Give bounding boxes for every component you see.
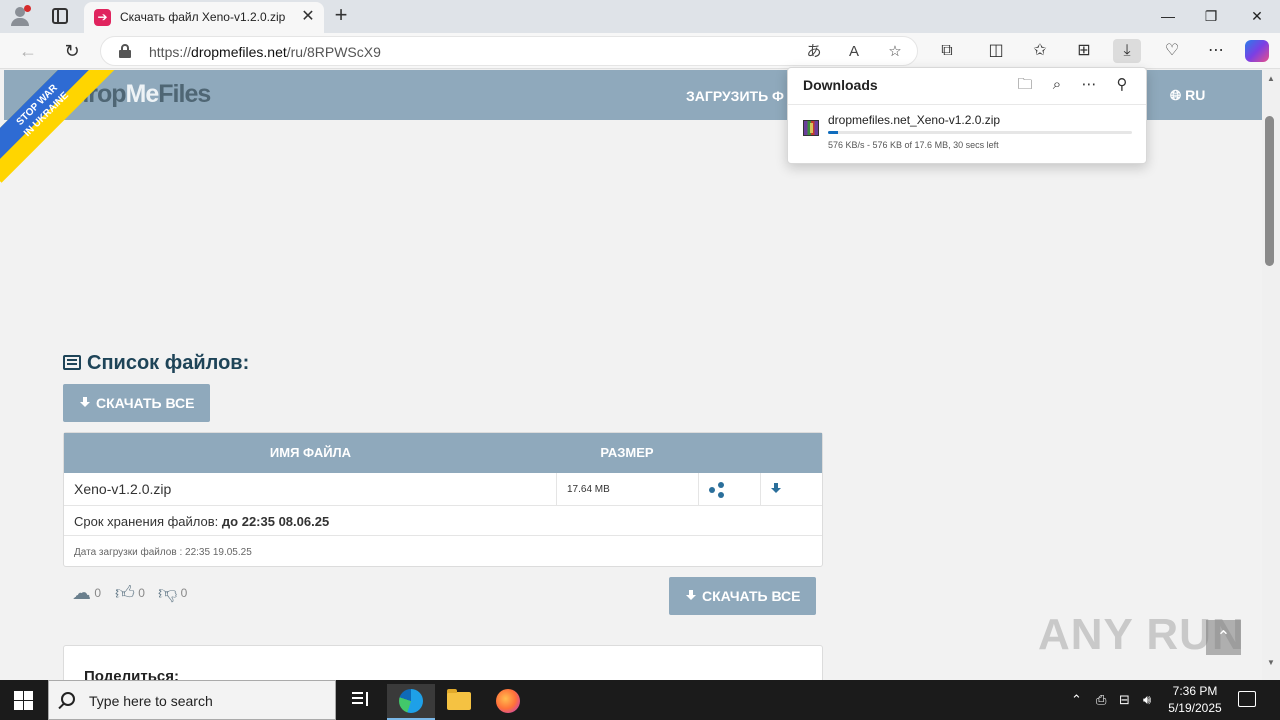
taskbar-firefox[interactable] xyxy=(484,684,532,720)
file-explorer-icon xyxy=(447,689,471,710)
search-icon[interactable]: ⌕ xyxy=(1046,74,1068,96)
open-folder-icon[interactable]: 🗀 xyxy=(1014,74,1036,96)
pin-icon[interactable]: ⚲ xyxy=(1111,74,1133,96)
close-window-button[interactable]: ✕ xyxy=(1235,4,1279,28)
column-header-actions xyxy=(697,433,822,473)
nav-upload-link[interactable]: ЗАГРУЗИТЬ Ф xyxy=(686,88,784,104)
column-header-size: РАЗМЕР xyxy=(557,433,697,473)
download-icon xyxy=(79,397,91,409)
minimize-button[interactable]: — xyxy=(1146,4,1190,28)
taskbar-search-input[interactable]: Type here to search xyxy=(48,680,336,720)
download-count: ☁ 0 xyxy=(72,583,102,604)
windows-taskbar: Type here to search ⌃ ⎙ ⊟ 🔊︎ 7:36 PM 5/1… xyxy=(0,680,1280,720)
network-icon[interactable]: ⊟ xyxy=(1119,692,1130,708)
taskbar-search-placeholder: Type here to search xyxy=(89,693,213,709)
scrollbar-thumb[interactable] xyxy=(1265,116,1274,266)
firefox-icon xyxy=(496,689,520,713)
downloads-panel-title: Downloads xyxy=(803,77,878,93)
tray-device-icon[interactable]: ⎙ xyxy=(1096,692,1106,708)
search-icon xyxy=(61,692,75,706)
edge-icon xyxy=(399,689,423,713)
download-icon xyxy=(685,590,697,602)
restore-button[interactable]: ❐ xyxy=(1189,4,1233,28)
refresh-icon[interactable]: ↻ xyxy=(60,39,84,63)
storage-period: Срок хранения файлов: до 22:35 08.06.25 xyxy=(74,514,330,529)
browser-essentials-icon[interactable]: ♡ xyxy=(1158,39,1186,63)
page-scrollbar[interactable]: ▲ ▼ xyxy=(1262,70,1280,680)
scroll-to-top-button[interactable]: ⌃ xyxy=(1206,620,1241,655)
share-card-title: Поделиться: xyxy=(84,668,180,680)
task-view-icon[interactable] xyxy=(352,692,370,708)
favorites-icon[interactable]: ✩ xyxy=(1026,39,1054,63)
taskbar-file-explorer[interactable] xyxy=(435,684,483,720)
thumbs-up-icon[interactable]: 👍︎ xyxy=(115,582,135,605)
url-text[interactable]: https://dropmefiles.net/ru/8RPWScX9 xyxy=(149,44,381,60)
file-table: ИМЯ ФАЙЛА РАЗМЕР Xeno-v1.2.0.zip 17.64 M… xyxy=(63,432,823,567)
zip-archive-icon xyxy=(803,120,819,136)
browser-titlebar: ➔ Скачать файл Xeno-v1.2.0.zip ✕ + — ❐ ✕ xyxy=(0,0,1280,33)
download-file-icon[interactable] xyxy=(770,481,787,499)
download-all-button-top[interactable]: СКАЧАТЬ ВСЕ xyxy=(63,384,211,422)
more-options-icon[interactable]: ⋯ xyxy=(1078,74,1100,96)
taskbar-edge[interactable] xyxy=(387,684,435,720)
volume-icon[interactable]: 🔊︎ xyxy=(1143,692,1151,708)
globe-icon: 🌐︎ xyxy=(1170,87,1186,103)
language-selector[interactable]: 🌐︎ RU xyxy=(1170,87,1205,104)
copilot-icon[interactable] xyxy=(1245,40,1269,62)
lock-icon[interactable] xyxy=(119,44,131,58)
divider xyxy=(788,104,1146,105)
download-status: 576 KB/s - 576 KB of 17.6 MB, 30 secs le… xyxy=(828,140,999,150)
system-clock[interactable]: 7:36 PM 5/19/2025 xyxy=(1160,683,1230,717)
tray-chevron-icon[interactable]: ⌃ xyxy=(1071,692,1082,708)
new-tab-icon[interactable]: + xyxy=(330,4,352,26)
upload-date: Дата загрузки файлов : 22:35 19.05.25 xyxy=(74,547,252,558)
share-icon[interactable] xyxy=(709,482,725,498)
share-card: Поделиться: xyxy=(63,645,823,680)
address-bar-row: ← ↻ https://dropmefiles.net/ru/8RPWScX9 … xyxy=(0,33,1280,69)
back-arrow-icon[interactable]: ← xyxy=(16,39,40,63)
dislike-count[interactable]: 👎︎ 0 xyxy=(158,582,187,606)
downloads-panel: Downloads 🗀 ⌕ ⋯ ⚲ dropmefiles.net_Xeno-v… xyxy=(787,67,1147,164)
scroll-down-arrow-icon[interactable]: ▼ xyxy=(1266,658,1276,668)
downloads-icon[interactable]: ⤓ xyxy=(1113,39,1141,63)
tab-actions-icon[interactable] xyxy=(52,8,68,24)
browser-tab-active[interactable]: ➔ Скачать файл Xeno-v1.2.0.zip ✕ xyxy=(84,2,324,33)
thumbs-down-icon[interactable]: 👎︎ xyxy=(158,582,177,605)
download-all-button-bottom[interactable]: СКАЧАТЬ ВСЕ xyxy=(669,577,817,615)
read-aloud-icon[interactable]: A xyxy=(843,41,865,63)
address-bar[interactable]: https://dropmefiles.net/ru/8RPWScX9 あ A … xyxy=(100,36,918,66)
windows-start-icon[interactable] xyxy=(14,691,33,710)
download-progress-fill xyxy=(828,131,839,134)
file-name[interactable]: Xeno-v1.2.0.zip xyxy=(74,473,557,506)
list-icon xyxy=(63,355,81,370)
split-screen-icon[interactable]: ◫ xyxy=(982,39,1010,63)
file-size: 17.64 MB xyxy=(557,473,699,506)
download-progress-bar xyxy=(828,131,1132,134)
table-row: Xeno-v1.2.0.zip 17.64 MB xyxy=(64,473,822,506)
like-count[interactable]: 👍︎ 0 xyxy=(115,582,145,606)
collections-icon[interactable]: ⊞ xyxy=(1070,39,1098,63)
tab-close-icon[interactable]: ✕ xyxy=(299,8,317,26)
cloud-download-icon: ☁ xyxy=(72,583,91,604)
column-header-name: ИМЯ ФАЙЛА xyxy=(64,433,557,473)
scroll-up-arrow-icon[interactable]: ▲ xyxy=(1266,74,1276,84)
translate-icon[interactable]: あ xyxy=(803,41,825,63)
divider xyxy=(64,535,822,536)
download-filename[interactable]: dropmefiles.net_Xeno-v1.2.0.zip xyxy=(828,113,1000,127)
tab-title: Скачать файл Xeno-v1.2.0.zip xyxy=(120,10,286,24)
profile-icon[interactable] xyxy=(8,5,34,27)
more-menu-icon[interactable]: ⋯ xyxy=(1202,39,1230,63)
file-list-title: Список файлов: xyxy=(63,352,249,375)
dropmefiles-favicon-icon: ➔ xyxy=(94,9,111,26)
notifications-icon[interactable] xyxy=(1238,691,1256,707)
favorite-star-icon[interactable]: ☆ xyxy=(884,41,906,63)
extensions-icon[interactable]: ⧉ xyxy=(933,39,961,63)
